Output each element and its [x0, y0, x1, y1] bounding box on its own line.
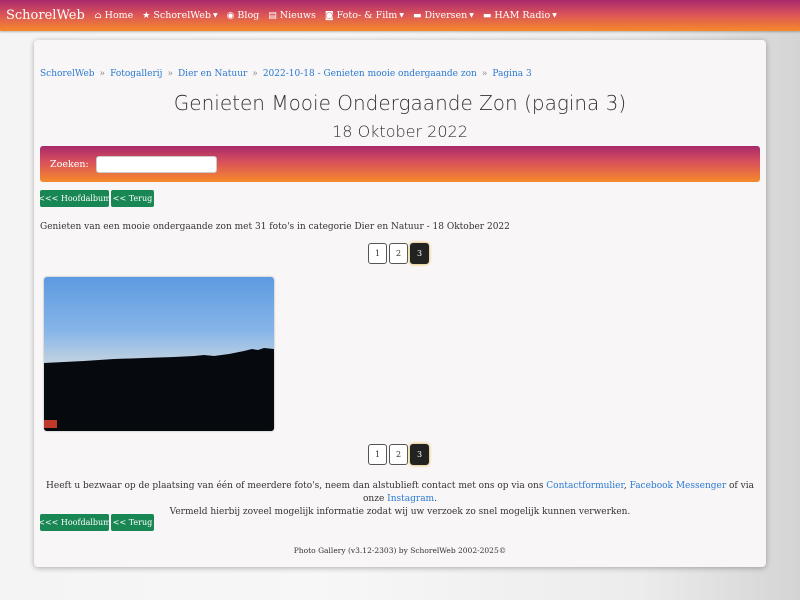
breadcrumb-item[interactable]: 2022-10-18 - Genieten mooie ondergaande …: [263, 69, 477, 79]
album-description: Genieten van een mooie ondergaande zon m…: [40, 222, 510, 232]
breadcrumb-separator: »: [167, 69, 173, 79]
breadcrumb-separator: »: [481, 69, 488, 79]
nav-schorelweb[interactable]: ★ SchorelWeb ▼: [142, 10, 217, 21]
notice-line-1: Heeft u bezwaar op de plaatsing van één …: [34, 480, 766, 506]
instagram-link[interactable]: Instagram: [387, 494, 434, 504]
page-title: Genieten Mooie Ondergaande Zon (pagina 3…: [173, 91, 627, 115]
page-link-1[interactable]: 1: [368, 444, 387, 465]
photo-thumbnail[interactable]: [44, 277, 274, 431]
caret-down-icon: ▼: [212, 12, 218, 19]
nav-home-label: Home: [104, 10, 134, 21]
nav-foto-film[interactable]: ◙ Foto- & Film ▼: [325, 10, 404, 21]
pagination-bottom: 1 2 3: [368, 444, 431, 465]
search-input[interactable]: [95, 155, 217, 173]
nav-home[interactable]: ⌂ Home: [95, 10, 134, 21]
star-icon: ★: [142, 10, 151, 21]
main-album-button-bottom[interactable]: <<< Hoofdalbum: [38, 514, 111, 531]
camera-icon: ◙: [324, 10, 334, 21]
nav-nieuws[interactable]: ▤ Nieuws: [268, 10, 316, 21]
notice-text: .: [434, 494, 437, 504]
pagination-top: 1 2 3: [368, 243, 431, 264]
nav-blog-label: Blog: [237, 10, 260, 21]
facebook-messenger-link[interactable]: Facebook Messenger: [630, 481, 727, 491]
search-label: Zoeken:: [50, 158, 89, 170]
page-link-1[interactable]: 1: [368, 243, 387, 264]
nav-blog[interactable]: ◉ Blog: [227, 10, 260, 21]
breadcrumb-item[interactable]: Fotogallerij: [110, 69, 162, 79]
notice-text: Heeft u bezwaar op de plaatsing van één …: [46, 481, 547, 491]
nav-nieuws-label: Nieuws: [279, 10, 316, 21]
back-button[interactable]: << Terug: [111, 190, 154, 207]
nav-diversen-label: Diversen: [424, 10, 468, 21]
breadcrumb-item-current[interactable]: Pagina 3: [492, 69, 531, 79]
nav-foto-film-label: Foto- & Film: [336, 10, 398, 21]
page-link-2[interactable]: 2: [389, 243, 408, 264]
nav-ham-radio[interactable]: ▬ HAM Radio ▼: [483, 10, 557, 21]
sunset-silhouette: [44, 348, 274, 431]
page-subtitle: 18 Oktober 2022: [332, 122, 468, 141]
watermark-logo: [44, 420, 57, 428]
main-album-button[interactable]: <<< Hoofdalbum: [38, 190, 111, 207]
nav-ham-radio-label: HAM Radio: [494, 10, 551, 21]
newspaper-icon: ▤: [268, 10, 277, 21]
folder-icon: ▬: [412, 10, 422, 21]
breadcrumb-item[interactable]: Dier en Natuur: [178, 69, 247, 79]
breadcrumb-separator: »: [99, 69, 106, 79]
gallery-card: SchorelWeb » Fotogallerij » Dier en Natu…: [34, 40, 766, 567]
rss-icon: ◉: [226, 10, 235, 21]
breadcrumb-separator: »: [252, 69, 258, 79]
breadcrumb-item[interactable]: SchorelWeb: [40, 69, 95, 79]
nav-schorelweb-label: SchorelWeb: [153, 10, 211, 21]
caret-down-icon: ▼: [399, 12, 404, 19]
page-link-3-current[interactable]: 3: [410, 444, 429, 465]
brand-link[interactable]: SchorelWeb: [6, 8, 85, 23]
contact-form-link[interactable]: Contactformulier: [546, 481, 624, 491]
nav-diversen[interactable]: ▬ Diversen ▼: [413, 10, 474, 21]
page-link-3-current[interactable]: 3: [410, 243, 429, 264]
page-link-2[interactable]: 2: [389, 444, 408, 465]
caret-down-icon: ▼: [469, 12, 474, 19]
back-button-bottom[interactable]: << Terug: [111, 514, 154, 531]
breadcrumb: SchorelWeb » Fotogallerij » Dier en Natu…: [40, 69, 532, 79]
footer-credits: Photo Gallery (v3.12-2303) by SchorelWeb…: [293, 546, 507, 555]
folder-icon: ▬: [482, 10, 492, 21]
search-bar: Zoeken:: [40, 146, 760, 182]
top-navbar: SchorelWeb ⌂ Home ★ SchorelWeb ▼ ◉ Blog …: [0, 0, 800, 31]
home-icon: ⌂: [94, 10, 102, 21]
caret-down-icon: ▼: [552, 12, 557, 19]
